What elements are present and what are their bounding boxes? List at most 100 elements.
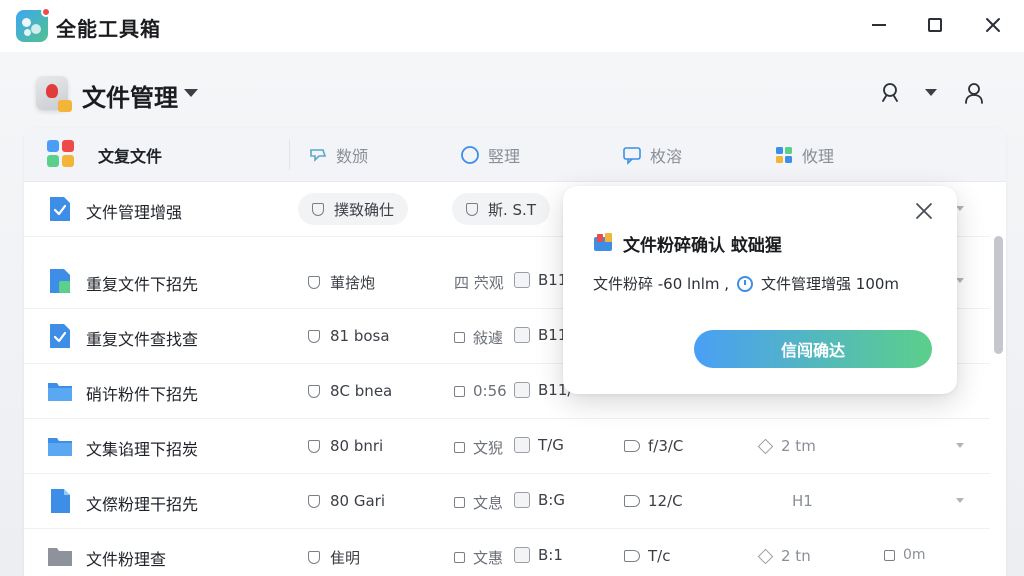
file-status: 8C bnea	[308, 382, 392, 400]
shield-icon	[308, 384, 320, 398]
title-bar: 全能工具箱	[0, 0, 1024, 52]
file-date: 2 tn	[757, 547, 811, 565]
shield-icon	[308, 329, 320, 343]
file-status: 隹明	[308, 547, 360, 568]
file-date: 2 tm	[757, 437, 816, 455]
tag-pill[interactable]: 撲致确仕	[298, 193, 409, 225]
file-status: 81 bosa	[308, 327, 390, 345]
checkbox[interactable]	[514, 547, 530, 563]
tab-manage[interactable]: 攸理	[774, 128, 834, 182]
list-item[interactable]: 文傺粉理干招先 80 Gari 文息 B:G 12/C H1	[24, 474, 990, 529]
diamond-icon	[757, 438, 774, 454]
file-name: 重复文件查找查	[86, 330, 199, 349]
folder-shred-icon	[594, 233, 612, 251]
square-icon	[454, 442, 465, 453]
chevron-down-icon[interactable]	[956, 443, 964, 448]
file-tag: T/c	[624, 547, 670, 565]
folder-icon	[48, 383, 72, 401]
chat-icon	[623, 147, 641, 165]
file-name: 文集谄理下招炭	[86, 440, 199, 459]
chevron-down-icon[interactable]	[184, 89, 198, 97]
file-type: 0:56	[454, 382, 507, 400]
folder-icon	[48, 548, 72, 566]
file-size[interactable]: B11	[514, 271, 567, 289]
diamond-icon	[757, 548, 774, 564]
account-chevron-down-icon[interactable]	[925, 89, 937, 96]
tab-bar: 文复文件 数颁 竪理 枚溶 攸理	[24, 128, 1006, 182]
chevron-down-icon[interactable]	[956, 206, 964, 211]
list-item[interactable]: 文集谄理下招炭 80 bnri 文猊 T/G f/3/C 2 tm	[24, 419, 990, 474]
tag-pill[interactable]: 斯. S.T	[452, 193, 550, 225]
tab-organize[interactable]: 竪理	[460, 128, 520, 182]
file-name: 文件粉理查	[86, 550, 167, 569]
square-icon	[454, 552, 465, 563]
dialog-message-left: 文件粉碎 -60 lnlm ,	[593, 275, 730, 293]
message-icon	[310, 149, 327, 162]
square-icon	[454, 385, 465, 397]
file-name: 重复文件下招先	[86, 275, 199, 294]
document-check-icon	[50, 197, 70, 221]
tag-icon	[624, 440, 640, 452]
shield-icon	[466, 202, 478, 216]
square-icon	[454, 497, 465, 508]
tag-label: 斯. S.T	[488, 200, 536, 219]
clock-icon	[737, 275, 754, 292]
file-size[interactable]: B11	[514, 326, 567, 344]
file-name: 文傺粉理干招先	[86, 495, 199, 514]
shred-confirm-dialog: 文件粉碎确认 蚊础猩 文件粉碎 -60 lnlm , 文件管理增强 100m 信…	[563, 186, 957, 394]
maximize-button[interactable]	[920, 10, 950, 40]
page-header: 文件管理	[0, 52, 1024, 130]
file-status: 80 Gari	[308, 492, 385, 510]
shield-icon	[308, 551, 320, 564]
close-icon[interactable]	[913, 200, 935, 222]
close-icon	[986, 18, 1000, 32]
page-title[interactable]: 文件管理	[82, 78, 178, 113]
file-type: 文猊	[454, 437, 503, 458]
apps-grid-icon	[46, 140, 74, 167]
square-icon	[454, 332, 465, 343]
file-size[interactable]: B:1	[514, 546, 563, 564]
file-name: 硝许粉件下招先	[86, 385, 199, 404]
tab-duplicate-files[interactable]: 文复文件	[46, 128, 162, 182]
document-check-icon	[50, 324, 70, 348]
tab-label: 攸理	[802, 147, 835, 166]
circle-icon	[461, 146, 479, 164]
user-outline-icon[interactable]	[880, 82, 900, 102]
folder-icon	[48, 438, 72, 456]
tab-data[interactable]: 数颁	[308, 128, 368, 182]
checkbox[interactable]	[514, 272, 530, 288]
grid-icon	[776, 147, 792, 163]
file-date: H1	[792, 492, 813, 510]
document-icon	[51, 489, 70, 513]
file-type: 文惠	[454, 547, 503, 568]
tag-icon	[624, 550, 640, 562]
file-status: 莗捨炮	[308, 272, 375, 293]
file-size[interactable]: T/G	[514, 436, 564, 454]
close-window-button[interactable]	[978, 10, 1008, 40]
checkbox[interactable]	[514, 327, 530, 343]
file-name: 文件管理增强	[86, 203, 183, 222]
checkbox[interactable]	[514, 437, 530, 453]
chevron-down-icon[interactable]	[956, 278, 964, 283]
minimize-icon	[872, 24, 886, 26]
chevron-down-icon[interactable]	[956, 498, 964, 503]
scrollbar-thumb[interactable]	[994, 236, 1003, 354]
checkbox[interactable]	[514, 492, 530, 508]
list-item[interactable]: 文件粉理查 隹明 文惠 B:1 T/c 2 tn 0m	[24, 529, 990, 576]
file-extra: 0m	[884, 547, 926, 563]
minimize-button[interactable]	[864, 10, 894, 40]
confirm-button[interactable]: 信闯确达	[694, 330, 932, 368]
tab-verify[interactable]: 枚溶	[622, 128, 682, 182]
checkbox[interactable]	[514, 382, 530, 398]
file-status: 80 bnri	[308, 437, 383, 455]
divider	[289, 140, 290, 170]
file-icon	[884, 549, 895, 561]
user-icon[interactable]	[964, 82, 984, 104]
file-tag: 12/C	[624, 492, 683, 510]
file-type: 敍遽	[454, 327, 503, 348]
file-size[interactable]: B:G	[514, 491, 565, 509]
document-green-icon	[50, 269, 70, 293]
shield-icon	[308, 276, 320, 289]
tab-label: 文复文件	[98, 147, 163, 166]
shield-icon	[308, 439, 320, 453]
